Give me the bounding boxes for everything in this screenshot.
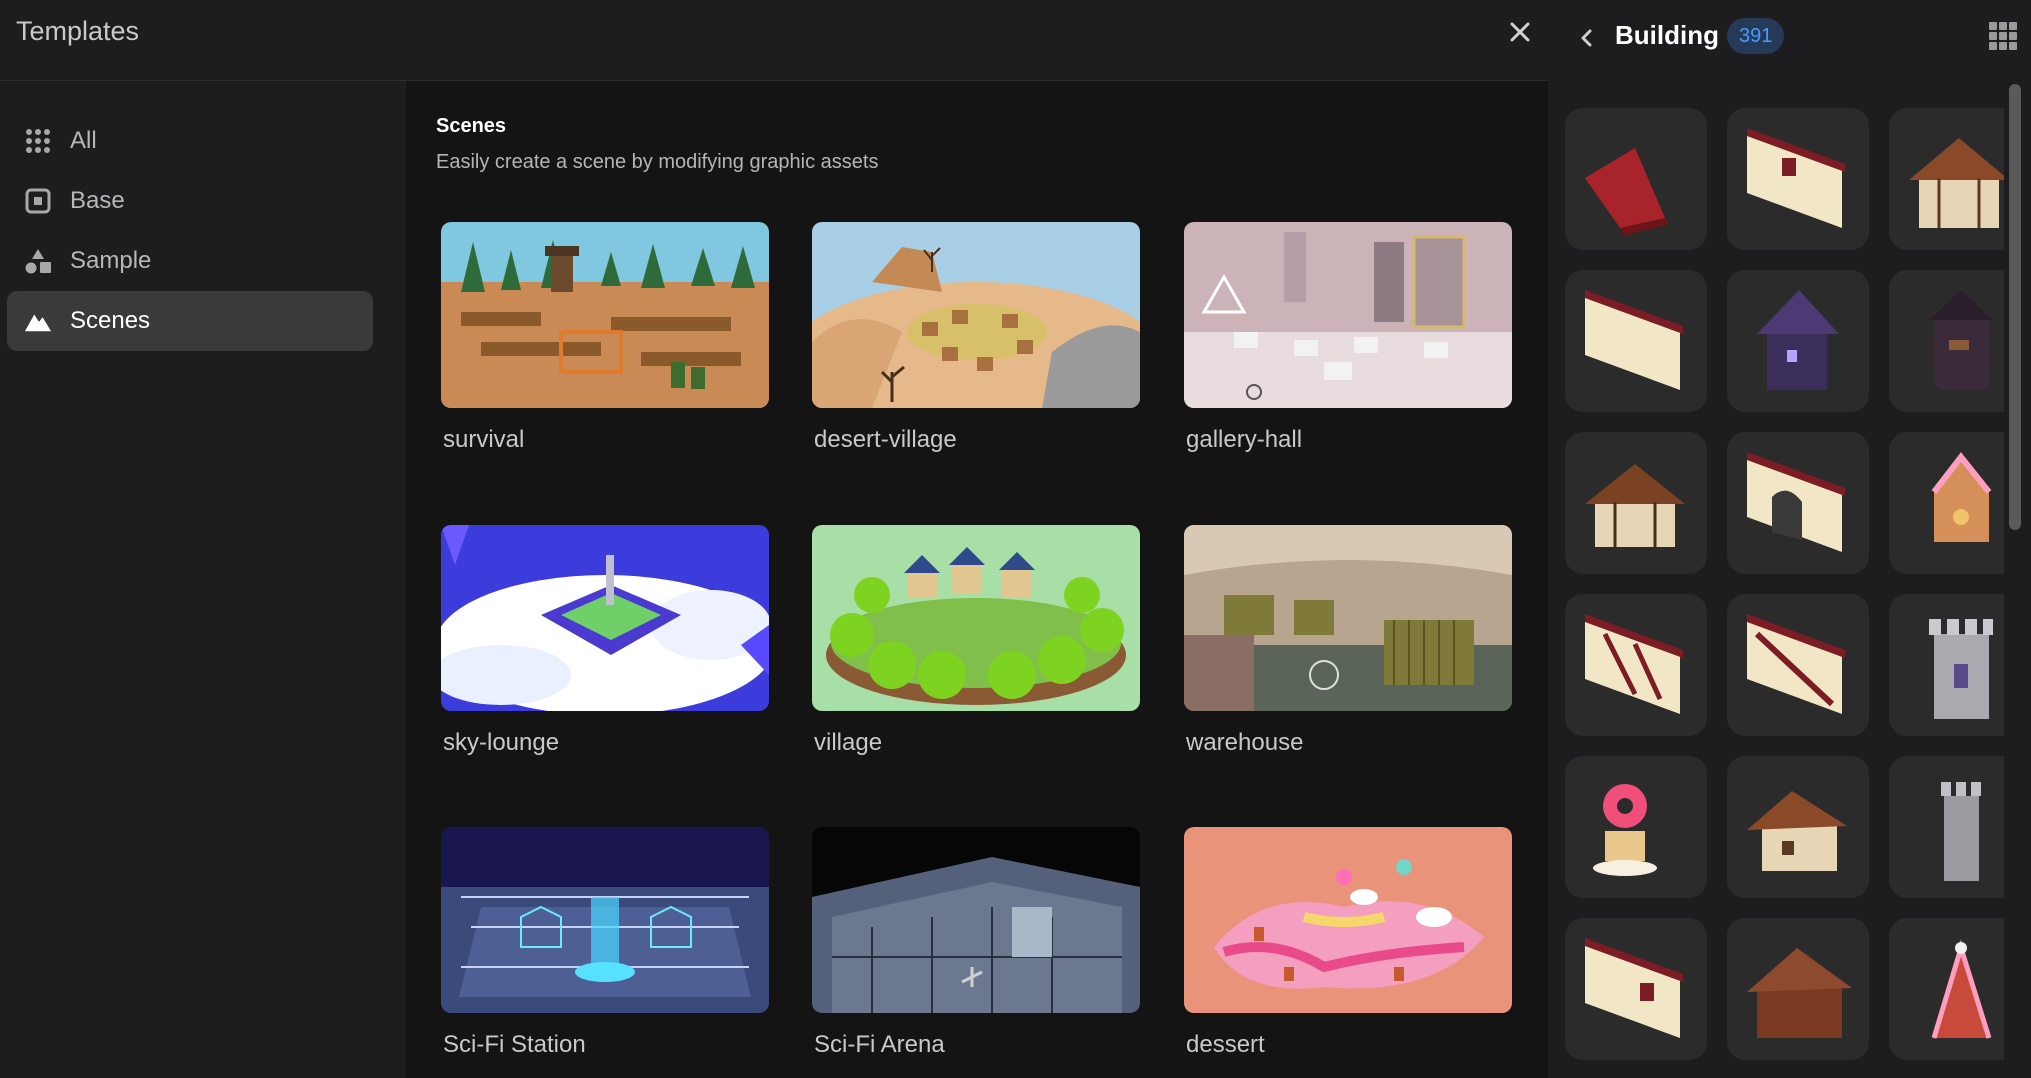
asset-tile-timber-house[interactable] [1889, 108, 2004, 250]
section-title: Scenes [436, 115, 507, 137]
desert-village-thumbnail [812, 222, 1140, 408]
chevron-left-icon [1581, 29, 1592, 47]
shapes-icon [24, 247, 52, 275]
section-subtitle: Easily create a scene by modifying graph… [436, 151, 879, 173]
modal-title: Templates [16, 16, 140, 46]
grid-view-icon [1989, 22, 2017, 50]
close-icon [1510, 22, 1530, 42]
template-card-sky-lounge[interactable]: sky-lounge [441, 525, 769, 757]
card-label: survival [443, 426, 525, 453]
asset-tile-candy-roof-house[interactable] [1889, 918, 2004, 1060]
template-card-warehouse[interactable]: warehouse [1184, 525, 1512, 757]
template-card-gallery-hall[interactable]: gallery-hall [1184, 222, 1512, 454]
asset-tile-timber-frame-wall[interactable] [1565, 594, 1707, 736]
category-title: Building [1615, 20, 1719, 50]
card-label: desert-village [814, 426, 957, 453]
card-label: Sci-Fi Arena [814, 1031, 945, 1058]
template-card-survival[interactable]: survival [441, 222, 769, 454]
grid-view-button[interactable] [1987, 20, 2019, 52]
card-label: gallery-hall [1186, 426, 1303, 453]
template-card-sci-fi-station[interactable]: Sci-Fi Station [441, 827, 769, 1059]
asset-tile-dark-tower[interactable] [1889, 270, 2004, 412]
asset-tile-wall-arch[interactable] [1727, 432, 1869, 574]
sidebar-item-all[interactable]: All [7, 111, 373, 171]
asset-tile-diagonal-timber-wall[interactable] [1727, 594, 1869, 736]
sidebar-item-label: Scenes [70, 307, 151, 334]
gallery-hall-thumbnail [1184, 222, 1512, 408]
template-card-dessert[interactable]: dessert [1184, 827, 1512, 1059]
scenes-panel: Scenes Easily create a scene by modifyin… [406, 81, 1548, 1078]
sidebar-item-label: Sample [70, 247, 152, 274]
sci-fi-station-thumbnail [441, 827, 769, 1013]
card-label: village [814, 729, 883, 756]
asset-tile-purple-house[interactable] [1727, 270, 1869, 412]
asset-tile-donut-house[interactable] [1565, 756, 1707, 898]
card-label: sky-lounge [443, 729, 560, 756]
sidebar-item-label: All [70, 127, 97, 154]
asset-tile-wall-window[interactable] [1565, 918, 1707, 1060]
sky-lounge-thumbnail [441, 525, 769, 711]
template-card-sci-fi-arena[interactable]: Sci-Fi Arena [812, 827, 1140, 1059]
asset-tile-gingerbread-house[interactable] [1889, 432, 2004, 574]
template-card-village[interactable]: village [812, 525, 1140, 757]
back-button[interactable] [1573, 24, 1601, 52]
asset-tile-red-roof[interactable] [1565, 108, 1707, 250]
asset-library-panel: Building 391 [1549, 0, 2031, 1078]
mountain-icon [24, 307, 52, 335]
close-button[interactable] [1502, 14, 1538, 50]
card-label: dessert [1186, 1031, 1265, 1058]
card-label: Sci-Fi Station [443, 1031, 586, 1058]
sci-fi-arena-thumbnail [812, 827, 1140, 1013]
asset-tile-cream-wall[interactable] [1565, 270, 1707, 412]
dessert-thumbnail [1184, 827, 1512, 1013]
square-frame-icon [24, 187, 52, 215]
sidebar-item-base[interactable]: Base [7, 171, 373, 231]
sidebar-item-sample[interactable]: Sample [7, 231, 373, 291]
template-card-desert-village[interactable]: desert-village [812, 222, 1140, 454]
asset-scrollbar[interactable] [2009, 84, 2021, 530]
asset-tile-stone-tower[interactable] [1889, 756, 2004, 898]
asset-tile-castle-tower[interactable] [1889, 594, 2004, 736]
asset-count-badge: 391 [1727, 18, 1785, 54]
modal-header: Templates [0, 0, 1548, 81]
card-label: warehouse [1186, 729, 1304, 756]
sidebar: All Base Sample Scenes [0, 81, 405, 1078]
sidebar-item-scenes[interactable]: Scenes [7, 291, 373, 351]
asset-grid [1549, 80, 2004, 1078]
grid-dots-icon [24, 127, 52, 155]
asset-tile-gabled-house[interactable] [1727, 756, 1869, 898]
survival-thumbnail [441, 222, 769, 408]
sidebar-item-label: Base [70, 187, 125, 214]
asset-tile-cream-wall-window[interactable] [1727, 108, 1869, 250]
warehouse-thumbnail [1184, 525, 1512, 711]
village-thumbnail [812, 525, 1140, 711]
asset-tile-wooden-house[interactable] [1565, 432, 1707, 574]
asset-tile-wooden-cabin[interactable] [1727, 918, 1869, 1060]
